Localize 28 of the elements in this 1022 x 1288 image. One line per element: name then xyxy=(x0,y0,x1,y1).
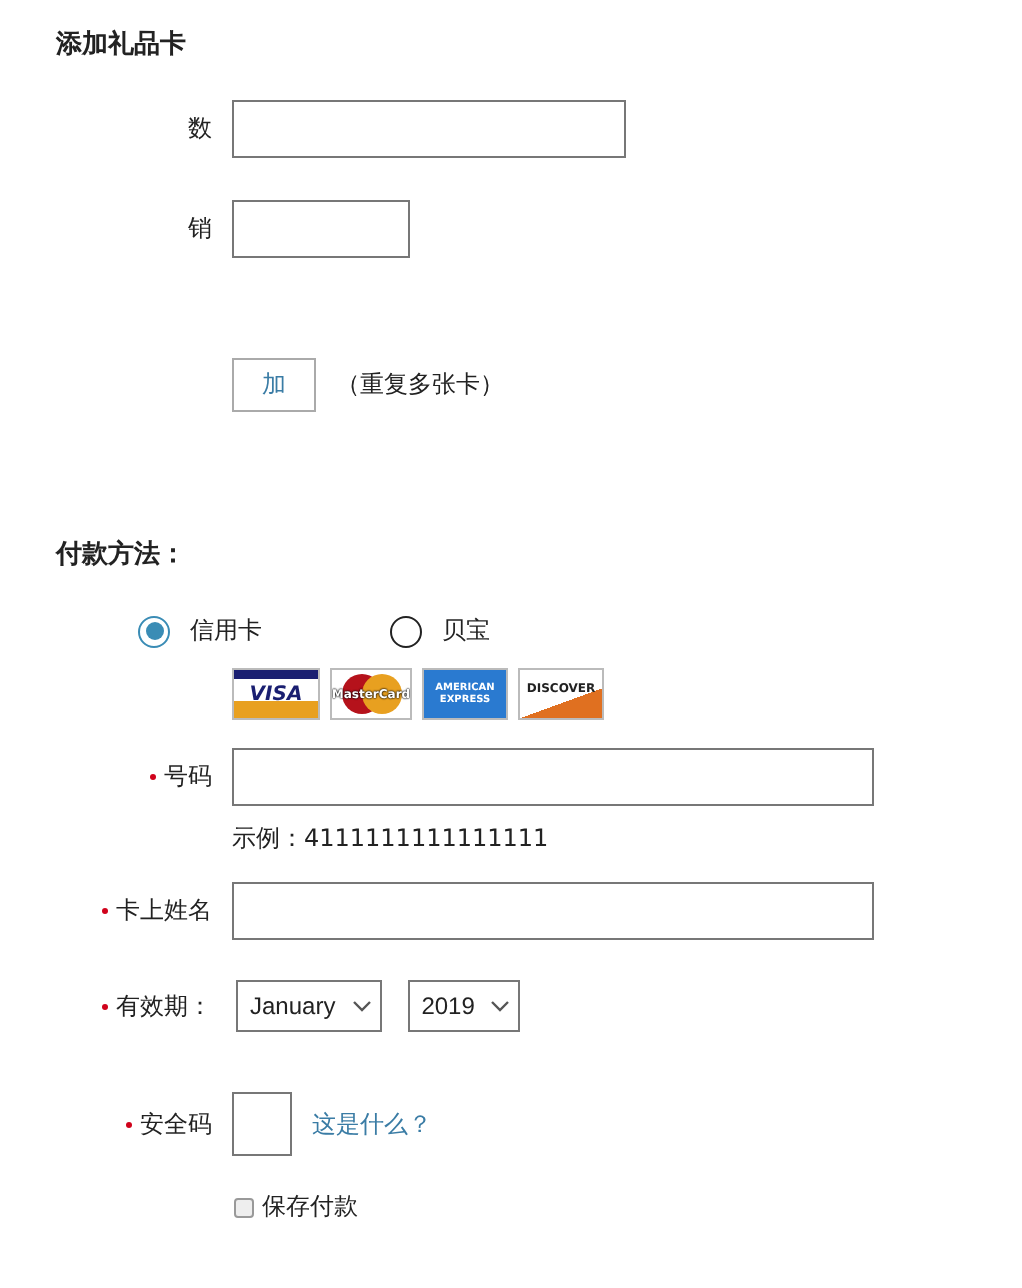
input-field[interactable] xyxy=(232,200,410,258)
add-button[interactable]: 加 xyxy=(232,358,316,412)
input-field[interactable] xyxy=(232,1092,292,1156)
chevron-down-icon xyxy=(351,1000,372,1012)
input-field[interactable] xyxy=(232,748,874,806)
input-field[interactable] xyxy=(232,100,626,158)
help-link[interactable]: 这是什么？ xyxy=(312,1107,432,1141)
radio-button[interactable] xyxy=(138,615,170,647)
dropdown[interactable]: January xyxy=(236,980,382,1032)
checkbox-label: 保存付款 xyxy=(262,1190,358,1224)
example-text: 示例：4111111111111111 xyxy=(232,824,549,852)
card-logo: VISA xyxy=(232,668,320,720)
section-title: 付款方法： xyxy=(56,538,186,574)
radio-label: 贝宝 xyxy=(442,614,490,648)
dropdown[interactable]: 2019 xyxy=(407,980,521,1032)
checkbox[interactable] xyxy=(234,1197,254,1217)
field-label: 数 xyxy=(188,112,212,146)
section-title: 添加礼品卡 xyxy=(56,28,186,64)
input-field[interactable] xyxy=(232,882,874,940)
field-label: 有效期： xyxy=(116,989,212,1023)
field-label: 号码 xyxy=(164,760,212,794)
note-text: （重复多张卡） xyxy=(336,368,504,402)
field-label: 卡上姓名 xyxy=(116,894,212,928)
field-label: 安全码 xyxy=(140,1107,212,1141)
field-label: 销 xyxy=(188,212,212,246)
radio-button[interactable] xyxy=(390,615,422,647)
chevron-down-icon xyxy=(490,1000,511,1012)
radio-label: 信用卡 xyxy=(190,614,262,648)
